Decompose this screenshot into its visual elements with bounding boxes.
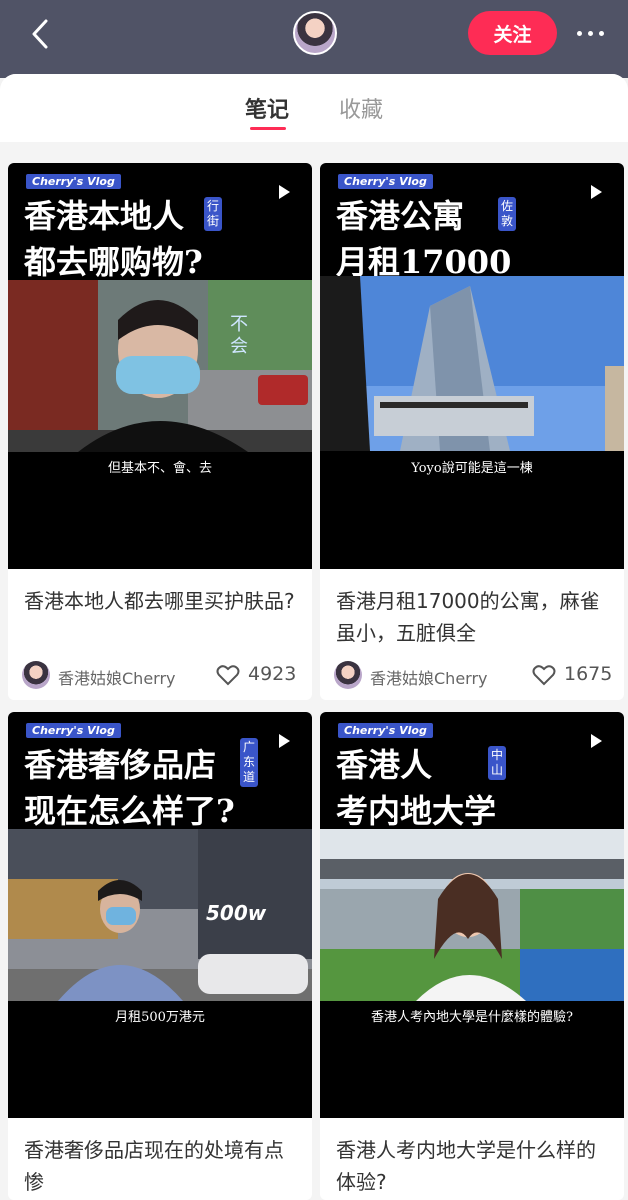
video-cover[interactable]: Cherry's Vlog 香港公寓 月租17000 佐敦 Yoyo說可能是這一… (320, 163, 624, 569)
more-dot-icon (576, 30, 582, 36)
author-name[interactable]: 香港姑娘Cherry (370, 665, 488, 689)
note-card[interactable]: Cherry's Vlog 香港公寓 月租17000 佐敦 Yoyo說可能是這一… (320, 163, 624, 700)
video-subtitle: 但基本不、會、去 (107, 461, 212, 476)
author-name[interactable]: 香港姑娘Cherry (58, 665, 176, 689)
play-icon (279, 734, 290, 748)
more-dot-icon (598, 30, 604, 36)
like-count: 4923 (248, 663, 297, 685)
location-tag: 广东道 (240, 738, 258, 787)
chevron-left-icon (32, 19, 48, 49)
note-card[interactable]: Cherry's Vlog 香港人 考内地大学 中山 香港人考內地大學是什麼樣的… (320, 712, 624, 1200)
photo-overlay-text: 不会 (230, 314, 248, 357)
profile-avatar[interactable] (293, 11, 337, 55)
more-dot-icon (587, 30, 593, 36)
tab-notes[interactable]: 笔记 (245, 92, 289, 124)
like-count: 1675 (564, 663, 613, 685)
cover-title-line: 考内地大学 (336, 792, 497, 830)
cover-title: 香港本地人 都去哪购物? (24, 193, 284, 285)
note-title[interactable]: 香港奢侈品店现在的处境有点惨 (24, 1134, 300, 1198)
note-card[interactable]: Cherry's Vlog 香港本地人 都去哪购物? 行街 不会 但基本不、會、… (8, 163, 312, 700)
cover-title: 香港奢侈品店 现在怎么样了? (24, 742, 274, 834)
vlog-tag: Cherry's Vlog (338, 723, 433, 738)
cover-photo (320, 829, 624, 1001)
location-tag: 佐敦 (498, 197, 516, 231)
tab-bar: 笔记 收藏 (0, 74, 628, 142)
author-avatar[interactable] (22, 661, 50, 689)
cover-title: 香港人 考内地大学 (336, 742, 596, 834)
follow-button[interactable]: 关注 (468, 11, 557, 55)
more-options-button[interactable] (568, 18, 612, 48)
heart-icon[interactable] (216, 664, 240, 686)
cover-title-line: 现在怎么样了? (24, 792, 235, 830)
note-title[interactable]: 香港人考内地大学是什么样的体验? (336, 1134, 612, 1198)
location-tag: 行街 (204, 197, 222, 231)
back-button[interactable] (22, 14, 58, 54)
note-card[interactable]: Cherry's Vlog 香港奢侈品店 现在怎么样了? 广东道 500w 月租… (8, 712, 312, 1200)
author-avatar[interactable] (334, 661, 362, 689)
cover-title: 香港公寓 月租17000 (336, 193, 596, 285)
tab-favorites[interactable]: 收藏 (339, 92, 383, 124)
video-subtitle: 月租500万港元 (115, 1010, 205, 1025)
vlog-tag: Cherry's Vlog (338, 174, 433, 189)
location-tag: 中山 (488, 746, 506, 780)
heart-icon[interactable] (532, 664, 556, 686)
cover-title-line: 香港奢侈品店 (24, 746, 217, 784)
video-subtitle: Yoyo說可能是這一棟 (411, 461, 533, 476)
vlog-tag: Cherry's Vlog (26, 174, 121, 189)
cover-title-line: 香港人 (336, 746, 433, 784)
cover-title-line: 都去哪购物? (24, 243, 203, 281)
cover-photo (320, 276, 624, 451)
note-title[interactable]: 香港本地人都去哪里买护肤品? (24, 585, 300, 617)
cover-photo: 500w (8, 829, 312, 1001)
video-cover[interactable]: Cherry's Vlog 香港本地人 都去哪购物? 行街 不会 但基本不、會、… (8, 163, 312, 569)
cover-title-line: 香港公寓 (336, 197, 465, 235)
cover-title-line: 香港本地人 (24, 197, 185, 235)
video-subtitle: 香港人考內地大學是什麼樣的體驗? (371, 1010, 573, 1025)
active-tab-indicator (250, 127, 286, 130)
video-cover[interactable]: Cherry's Vlog 香港人 考内地大学 中山 香港人考內地大學是什麼樣的… (320, 712, 624, 1118)
vlog-tag: Cherry's Vlog (26, 723, 121, 738)
top-bar: 关注 (0, 0, 628, 78)
cover-photo: 不会 (8, 280, 312, 452)
photo-overlay-text: 500w (206, 901, 267, 925)
note-title[interactable]: 香港月租17000的公寓，麻雀虽小，五脏俱全 (336, 585, 612, 649)
video-cover[interactable]: Cherry's Vlog 香港奢侈品店 现在怎么样了? 广东道 500w 月租… (8, 712, 312, 1118)
